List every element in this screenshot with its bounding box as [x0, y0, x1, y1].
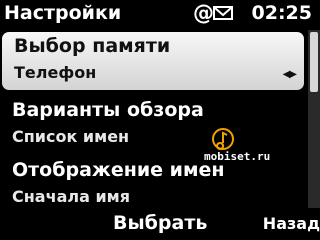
setting-value: Телефон: [14, 63, 97, 82]
scrollbar[interactable]: [308, 30, 320, 208]
mail-icon: [213, 6, 233, 20]
setting-view-options[interactable]: Варианты обзора Список имен: [0, 96, 306, 154]
scrollbar-thumb[interactable]: [310, 32, 318, 92]
setting-value: Список имен: [12, 127, 130, 146]
setting-label: Выбор памяти: [14, 35, 171, 57]
select-softkey[interactable]: Выбрать: [113, 212, 207, 234]
clock: 02:25: [251, 2, 312, 24]
back-softkey[interactable]: Назад: [263, 214, 320, 233]
setting-name-display[interactable]: Отображение имен Сначала имя: [0, 156, 306, 208]
setting-memory-choice[interactable]: Выбор памяти Телефон ◀▶: [2, 32, 304, 90]
setting-value: Сначала имя: [12, 187, 131, 206]
at-icon: @: [193, 1, 214, 25]
left-right-arrows-icon[interactable]: ◀▶: [283, 69, 297, 80]
status-bar: Настройки @ 02:25: [0, 0, 320, 30]
setting-label: Отображение имен: [12, 159, 225, 181]
softkey-bar: Выбрать Назад: [0, 208, 320, 240]
setting-label: Варианты обзора: [12, 99, 204, 121]
screen-title: Настройки: [4, 2, 122, 24]
watermark-text: mobiset.ru: [204, 150, 271, 163]
mobiset-logo-icon: [212, 128, 234, 150]
settings-list: Выбор памяти Телефон ◀▶ Варианты обзора …: [0, 30, 320, 208]
